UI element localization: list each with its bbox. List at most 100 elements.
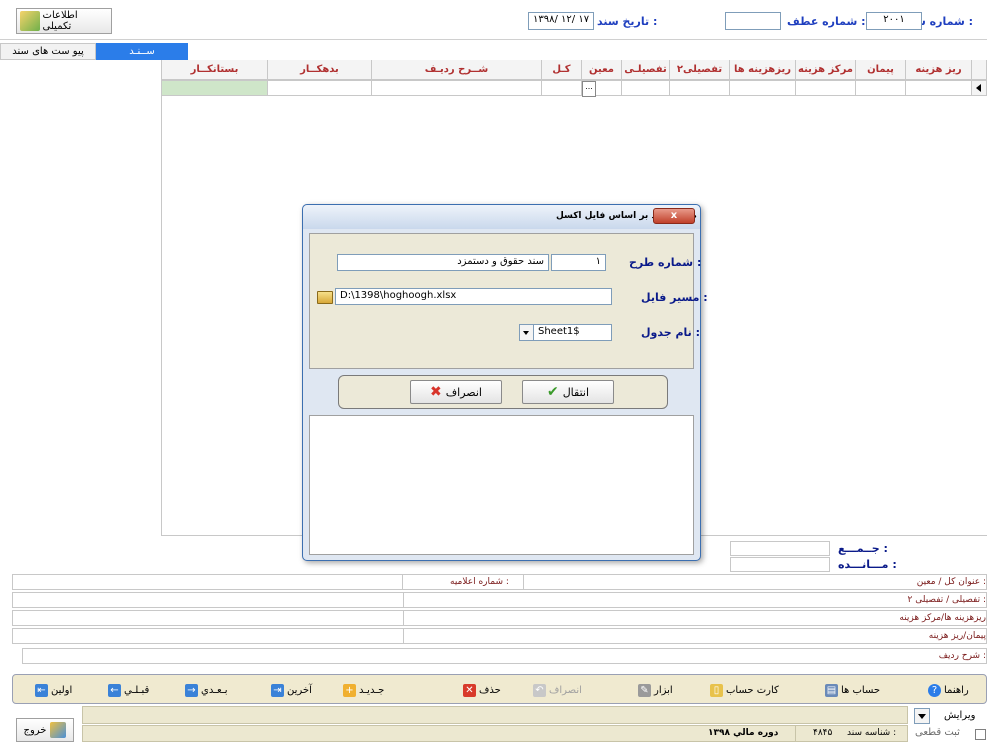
help-button[interactable]: ? راهنما xyxy=(928,683,969,697)
tab-attachments[interactable]: پیو ست های سند xyxy=(0,43,96,60)
status-info-area: دوره مالي ۱۳۹۸ شناسه سند : ۴۸۴۵ xyxy=(82,725,908,742)
cell-cost-items[interactable] xyxy=(730,80,796,96)
cost-items-field[interactable] xyxy=(403,611,893,625)
mode-dropdown-button[interactable] xyxy=(914,708,930,724)
col-cost-items[interactable]: ریزهزینه ها xyxy=(730,60,796,80)
contract-field[interactable] xyxy=(403,629,893,643)
table-name-value: Sheet1$ xyxy=(538,326,580,337)
info-row-detailed: تفصیلی / تفصیلی ۲ : xyxy=(12,592,987,608)
extra-info-button[interactable]: اطلاعات تکمیلی xyxy=(16,8,112,34)
exit-door-icon xyxy=(50,722,67,738)
dialog-cancel-button[interactable]: ✖ انصراف xyxy=(410,380,502,404)
cell-contract[interactable] xyxy=(856,80,906,96)
plan-number-label: شماره طرح : xyxy=(629,256,702,269)
header-bar: شماره سند : ۲۰۰۱ شماره عطف : تاریخ سند :… xyxy=(0,0,987,40)
new-document-icon: + xyxy=(343,683,356,697)
file-path-label: مسیر فایل : xyxy=(641,291,708,304)
general-ledger-field[interactable] xyxy=(523,575,893,589)
browse-file-button[interactable] xyxy=(316,288,333,305)
cell-credit[interactable] xyxy=(162,80,268,96)
previous-button[interactable]: ← قبـلـي xyxy=(108,683,149,697)
dialog-form-panel: شماره طرح : ۱ سند حقوق و دستمزد مسیر فای… xyxy=(309,233,708,369)
checkmark-icon: ✔ xyxy=(546,384,559,400)
exit-button[interactable]: خروج xyxy=(16,718,74,742)
col-cost-center[interactable]: مرکز هزینه xyxy=(796,60,856,80)
info-row-row-description: شرح ردیف : xyxy=(22,648,987,664)
notice-number-field[interactable] xyxy=(13,575,403,589)
tools-button[interactable]: ✎ ابزار xyxy=(638,683,673,697)
col-ledger[interactable]: معین xyxy=(582,60,622,80)
toolbar-cancel-button[interactable]: ↶ انصراف xyxy=(533,683,582,697)
grid-header: بستانکــار بدهکــار شــرح ردیـف کـل معین… xyxy=(162,60,987,80)
exit-label: خروج xyxy=(23,724,47,736)
cell-detailed2[interactable] xyxy=(670,80,730,96)
accounts-icon: ▤ xyxy=(825,683,838,697)
status-bar: خروج دوره مالي ۱۳۹۸ شناسه سند : ۴۸۴۵ وير… xyxy=(0,704,987,744)
final-register-checkbox[interactable] xyxy=(975,729,986,740)
plan-number-field[interactable]: ۱ xyxy=(551,254,606,271)
mode-select[interactable]: ويرايش xyxy=(914,708,984,724)
notice-number-label: شماره اعلامیه : xyxy=(450,577,509,587)
col-row-description[interactable]: شــرح ردیـف xyxy=(372,60,542,80)
table-row[interactable]: ... xyxy=(162,80,987,97)
dialog-close-button[interactable]: x xyxy=(653,208,695,224)
doc-id-label: شناسه سند : xyxy=(847,728,897,738)
file-path-field[interactable]: D:\1398\hoghoogh.xlsx xyxy=(335,288,612,305)
tab-bar: پیو ست های سند ســنـد xyxy=(0,43,190,60)
first-record-icon: ⇤ xyxy=(35,683,48,697)
delete-button[interactable]: ✕ حذف xyxy=(463,683,501,697)
next-button[interactable]: → بـعـدي xyxy=(185,683,228,697)
cell-debit[interactable] xyxy=(268,80,372,96)
doc-number-field[interactable]: ۲۰۰۱ xyxy=(866,12,922,30)
ellipsis-button[interactable]: ... xyxy=(582,81,596,97)
info-label-row-description: شرح ردیف : xyxy=(938,651,986,661)
col-cost-detail[interactable]: ریز هزینه xyxy=(906,60,972,80)
chevron-down-icon xyxy=(918,714,926,719)
dialog-log-area xyxy=(309,415,694,555)
transfer-button[interactable]: ✔ انتقال xyxy=(522,380,614,404)
ref-number-field[interactable] xyxy=(725,12,781,30)
last-record-icon: ⇥ xyxy=(271,683,284,697)
doc-id-value: ۴۸۴۵ xyxy=(813,728,833,738)
dialog-titlebar: صدور سند بر اساس فایل اکسل x xyxy=(303,205,700,229)
info-row-general-ledger: شماره اعلامیه : عنوان کل / معین : xyxy=(12,574,987,590)
col-detailed2[interactable]: تفصیلی۲ xyxy=(670,60,730,80)
last-button[interactable]: ⇥ آخرين xyxy=(271,683,312,697)
col-detailed[interactable]: تفصیلـی xyxy=(622,60,670,80)
sum-label: جــمـــع : xyxy=(838,542,888,555)
detailed-field[interactable] xyxy=(403,593,893,607)
tab-document[interactable]: ســنـد xyxy=(96,43,188,60)
tools-icon: ✎ xyxy=(638,683,651,697)
plan-name-field[interactable]: سند حقوق و دستمزد xyxy=(337,254,549,271)
accounts-button[interactable]: ▤ حساب ها xyxy=(825,683,880,697)
cell-row-description[interactable] xyxy=(372,80,542,96)
doc-date-label: تاریخ سند : xyxy=(597,15,658,28)
new-button[interactable]: + جـديـد xyxy=(343,683,384,697)
info-label-cost-items: ریزهزینه ها/مرکز هزینه xyxy=(899,613,986,623)
help-icon: ? xyxy=(928,683,941,697)
col-general[interactable]: کـل xyxy=(542,60,582,80)
cell-general[interactable] xyxy=(542,80,582,96)
info-row-cost-items: ریزهزینه ها/مرکز هزینه xyxy=(12,610,987,626)
cancel-icon: ✖ xyxy=(430,384,442,400)
folder-icon xyxy=(317,291,333,304)
col-contract[interactable]: پیمان xyxy=(856,60,906,80)
account-card-button[interactable]: ▯ کارت حساب xyxy=(710,683,779,697)
col-debit[interactable]: بدهکــار xyxy=(268,60,372,80)
col-credit[interactable]: بستانکــار xyxy=(162,60,268,80)
first-button[interactable]: ⇤ اولين xyxy=(35,683,72,697)
ref-number-label: شماره عطف : xyxy=(787,15,866,28)
cell-detailed[interactable] xyxy=(622,80,670,96)
delete-icon: ✕ xyxy=(463,683,476,697)
cell-ledger[interactable]: ... xyxy=(582,80,622,97)
row-pointer-icon xyxy=(976,84,981,92)
cell-cost-center[interactable] xyxy=(796,80,856,96)
cell-cost-detail[interactable] xyxy=(906,80,972,96)
table-name-select[interactable]: Sheet1$ xyxy=(519,324,612,341)
doc-date-field[interactable]: ۱۳۹۸/ ۱۲/ ۱۷ xyxy=(528,12,594,30)
dialog-button-panel: ✔ انتقال ✖ انصراف xyxy=(338,375,668,409)
extra-info-label: اطلاعات تکمیلی xyxy=(42,10,78,32)
close-icon: x xyxy=(670,210,678,221)
table-name-dropdown-button[interactable] xyxy=(520,325,534,340)
final-register-checkbox-group[interactable]: ثبت قطعی xyxy=(915,727,987,741)
